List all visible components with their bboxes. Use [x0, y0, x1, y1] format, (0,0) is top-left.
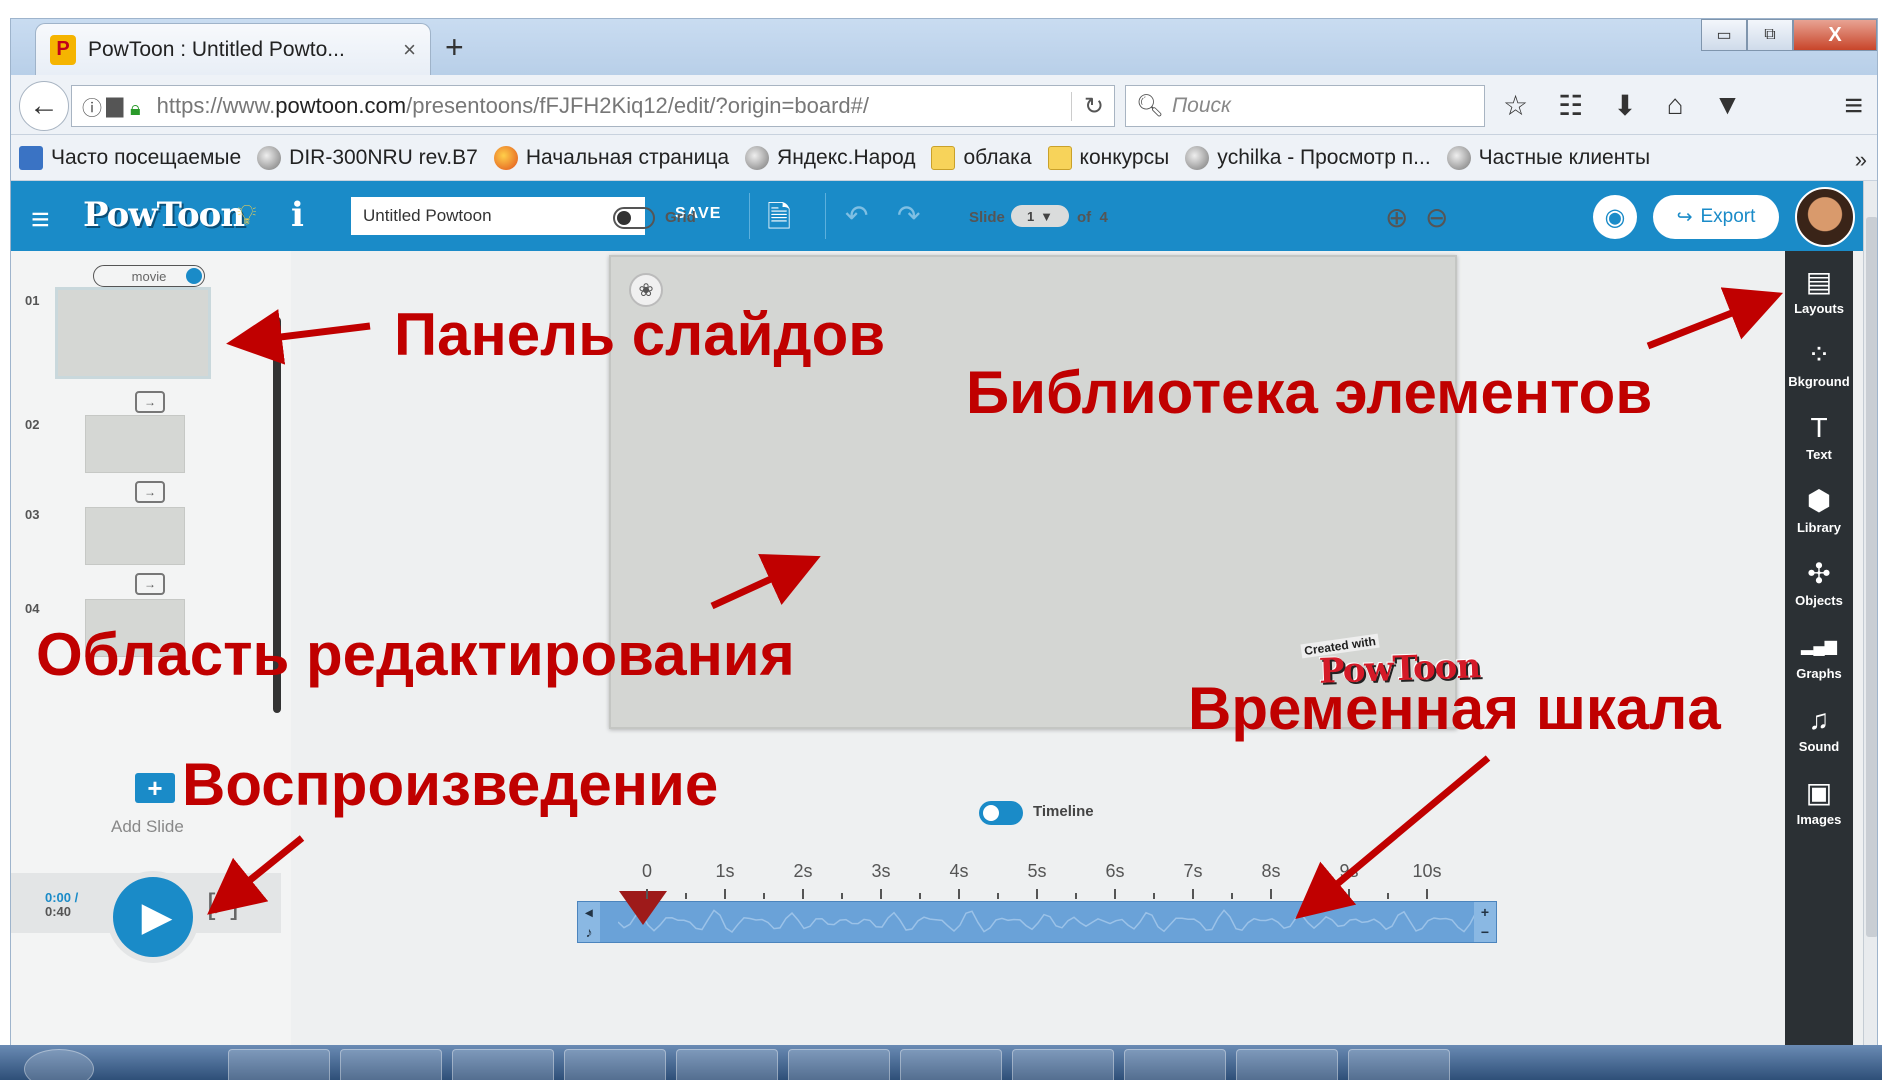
screenshot: P PowToon : Untitled Powto... × + ▭ ⧉ X …: [0, 0, 1882, 1080]
arrow-edit-area: [710, 554, 821, 610]
annotation-timeline: Временная шкала: [1188, 675, 1721, 742]
annotation-slides-panel: Панель слайдов: [394, 301, 886, 368]
arrow-slides-panel: [226, 309, 371, 365]
annotation-library: Библиотека элементов: [966, 359, 1653, 426]
arrow-timeline: [1295, 755, 1491, 919]
annotation-arrows: [207, 287, 1784, 919]
annotation-edit-area: Область редактирования: [36, 621, 795, 688]
arrow-library: [1646, 287, 1784, 350]
annotation-playback: Воспроизведение: [182, 751, 719, 818]
arrow-playback: [207, 835, 305, 915]
